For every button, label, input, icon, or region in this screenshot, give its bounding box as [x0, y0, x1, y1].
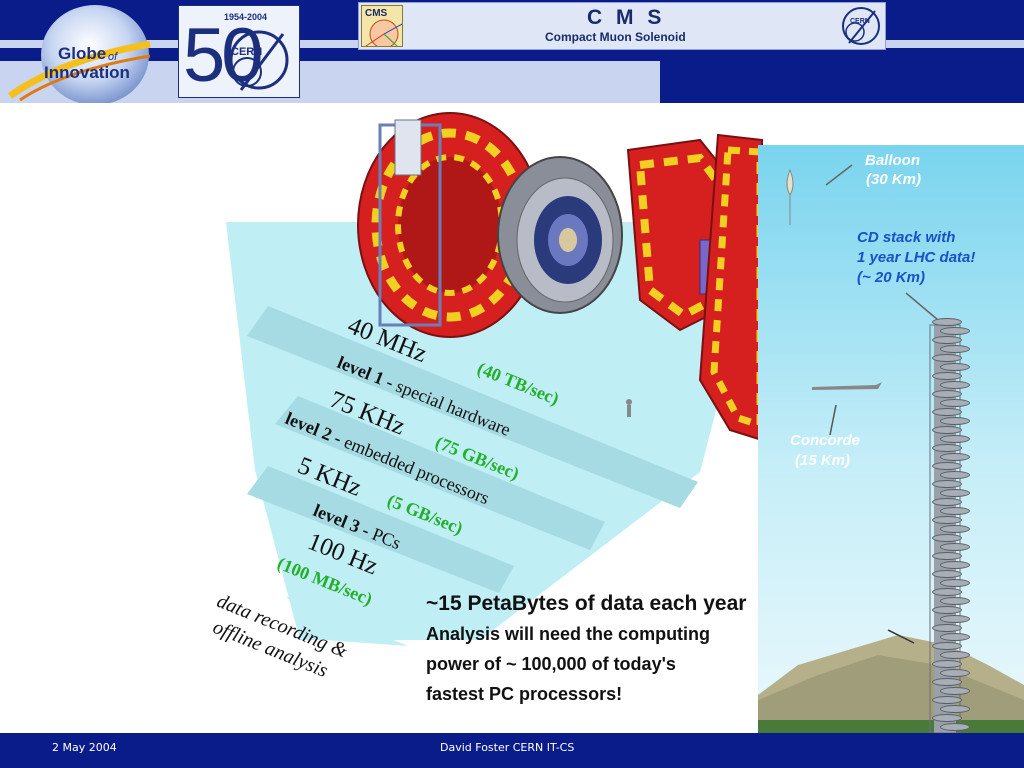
cd-stack-discs: [926, 318, 976, 733]
cern-rings-icon: [229, 30, 289, 91]
cd-disc: [940, 633, 970, 641]
svg-text:CERN: CERN: [850, 18, 870, 25]
cd-disc: [940, 651, 970, 659]
globe-logo-word: of: [108, 51, 118, 63]
cd-stack-label: CD stack with: [857, 229, 956, 246]
cd-stack-label: 1 year LHC data!: [857, 249, 976, 266]
analysis-line: Analysis will need the computing: [426, 624, 711, 644]
cd-disc: [940, 615, 970, 623]
cms-banner: CMS C M S Compact Muon Solenoid CERN: [358, 2, 886, 50]
cd-disc: [940, 489, 970, 497]
cd-disc: [932, 480, 962, 488]
cd-disc: [932, 372, 962, 380]
concorde-altitude: (15 Km): [795, 452, 851, 469]
cd-disc: [940, 435, 970, 443]
cd-disc: [932, 678, 962, 686]
cd-disc: [940, 417, 970, 425]
cd-disc: [932, 390, 962, 398]
slide-header: Globe of Innovation 1954-2004 50 CERN CM…: [0, 0, 1024, 103]
cd-disc: [932, 336, 962, 344]
balloon-label: Balloon: [865, 152, 920, 169]
cd-disc: [932, 354, 962, 362]
cern-50-logo: 1954-2004 50 CERN: [178, 5, 300, 98]
cd-disc: [940, 507, 970, 515]
cd-disc: [932, 498, 962, 506]
cd-disc: [932, 408, 962, 416]
cd-disc: [940, 381, 970, 389]
analysis-line: fastest PC processors!: [426, 684, 623, 704]
cd-disc: [940, 579, 970, 587]
footer-date: 2 May 2004: [52, 741, 117, 754]
slide-footer: 2 May 2004 David Foster CERN IT-CS: [0, 733, 1024, 768]
cern50-label: CERN: [231, 46, 263, 58]
analysis-line: power of ~ 100,000 of today's: [426, 654, 676, 674]
cd-disc: [932, 534, 962, 542]
cd-disc: [932, 426, 962, 434]
cd-disc: [932, 516, 962, 524]
cms-badge-label: CMS: [365, 8, 388, 19]
cd-disc: [940, 669, 970, 677]
globe-logo-word: Globe: [58, 44, 107, 63]
balloon-altitude: (30 Km): [866, 171, 922, 188]
cd-disc: [940, 471, 970, 479]
cd-disc: [940, 723, 970, 731]
cms-title: C M S: [587, 6, 666, 29]
globe-logo-word: Innovation: [44, 63, 130, 82]
cd-disc: [940, 453, 970, 461]
cd-disc: [932, 696, 962, 704]
petabytes-headline: ~15 PetaBytes of data each year: [426, 592, 747, 615]
cd-disc: [932, 660, 962, 668]
cd-disc: [932, 606, 962, 614]
cd-disc: [940, 543, 970, 551]
cd-disc: [932, 714, 962, 722]
cd-disc: [932, 570, 962, 578]
cd-disc: [932, 552, 962, 560]
cd-disc: [932, 588, 962, 596]
cd-disc: [940, 687, 970, 695]
cd-disc: [932, 318, 962, 326]
cd-disc: [940, 327, 970, 335]
cd-disc: [940, 561, 970, 569]
cd-disc: [932, 444, 962, 452]
cd-disc: [940, 597, 970, 605]
cd-disc: [940, 399, 970, 407]
cd-disc: [940, 525, 970, 533]
cd-disc: [932, 642, 962, 650]
cd-disc: [932, 624, 962, 632]
cms-subtitle: Compact Muon Solenoid: [545, 30, 686, 44]
cd-stack-altitude: (~ 20 Km): [857, 269, 925, 286]
concorde-label: Concorde: [790, 432, 861, 449]
cd-disc: [940, 705, 970, 713]
cd-disc: [940, 345, 970, 353]
globe-of-innovation-logo: Globe of Innovation: [0, 0, 160, 103]
cms-badge: CMS: [361, 5, 403, 47]
cern-logo-icon: CERN: [842, 7, 880, 45]
footer-author: David Foster CERN IT-CS: [440, 741, 575, 754]
cd-disc: [940, 363, 970, 371]
cd-disc: [932, 462, 962, 470]
